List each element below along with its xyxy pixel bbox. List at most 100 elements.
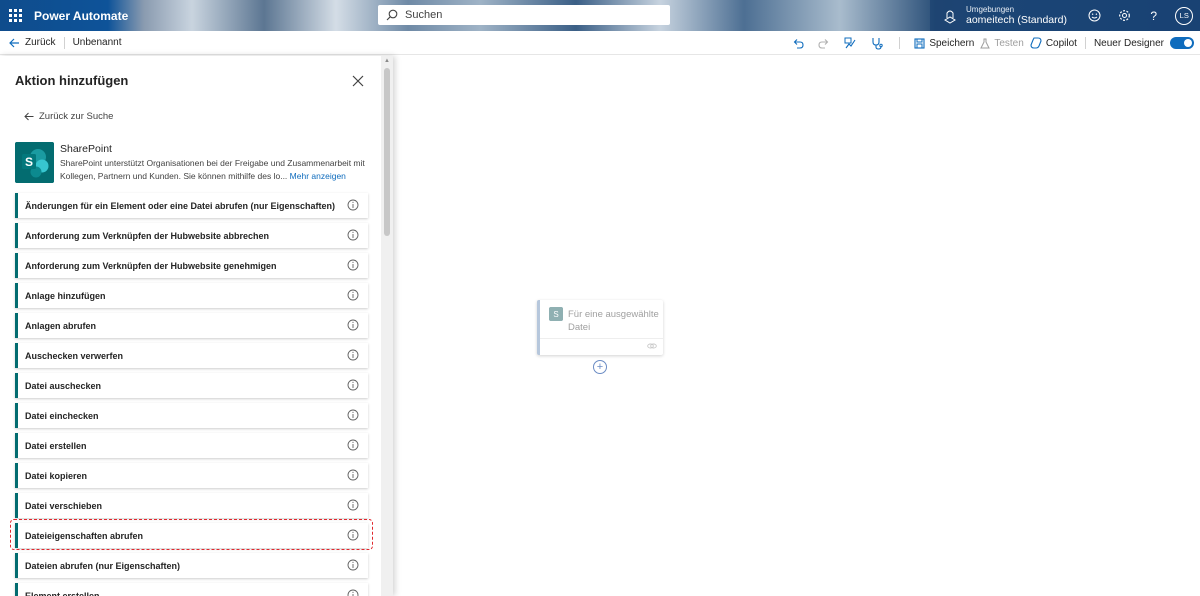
svg-text:S: S xyxy=(553,310,558,319)
search-input[interactable] xyxy=(405,9,655,21)
help-button[interactable]: ? xyxy=(1146,8,1162,24)
info-icon[interactable] xyxy=(347,259,359,271)
info-icon[interactable] xyxy=(347,349,359,361)
info-icon[interactable] xyxy=(347,469,359,481)
search-box[interactable] xyxy=(378,5,670,25)
connector-name: SharePoint xyxy=(60,143,112,155)
action-item[interactable]: Datei kopieren xyxy=(15,463,368,488)
top-actions: ? LS xyxy=(1080,0,1200,31)
divider xyxy=(899,37,901,49)
action-item[interactable]: Datei verschieben xyxy=(15,493,368,518)
save-icon xyxy=(914,37,925,49)
avatar[interactable]: LS xyxy=(1175,6,1194,25)
info-icon[interactable] xyxy=(347,409,359,421)
info-icon[interactable] xyxy=(347,289,359,301)
action-label: Anlagen abrufen xyxy=(25,320,97,331)
divider xyxy=(63,36,65,49)
info-icon[interactable] xyxy=(347,589,359,596)
info-icon[interactable] xyxy=(347,199,359,211)
action-item[interactable]: Datei einchecken xyxy=(15,403,368,428)
close-icon[interactable] xyxy=(351,74,365,88)
action-item[interactable]: Datei auschecken xyxy=(15,373,368,398)
action-label: Datei erstellen xyxy=(25,440,87,451)
link-icon xyxy=(647,343,657,349)
sharepoint-icon: S xyxy=(549,307,563,321)
info-icon[interactable] xyxy=(347,319,359,331)
info-icon[interactable] xyxy=(347,439,359,451)
scroll-up-icon[interactable]: ▲ xyxy=(384,58,390,64)
action-label: Anforderung zum Verknüpfen der Hubwebsit… xyxy=(25,230,270,241)
settings-button[interactable] xyxy=(1116,8,1132,24)
back-to-search-label: Zurück zur Suche xyxy=(39,111,114,122)
app-launcher-button[interactable] xyxy=(0,0,31,31)
save-button[interactable]: Speichern xyxy=(914,38,974,49)
panel-scrollbar[interactable]: ▲ xyxy=(381,56,393,596)
svg-text:S: S xyxy=(25,155,33,169)
info-icon[interactable] xyxy=(347,559,359,571)
action-label: Element erstellen xyxy=(25,590,100,596)
test-button[interactable]: Testen xyxy=(980,37,1024,49)
feedback-button[interactable] xyxy=(1087,8,1103,24)
smiley-icon xyxy=(1088,9,1101,22)
copilot-button[interactable]: Copilot xyxy=(1030,37,1077,49)
back-to-search-link[interactable]: Zurück zur Suche xyxy=(24,111,113,122)
environment-label: Umgebungen xyxy=(966,4,1015,14)
divider xyxy=(540,338,663,339)
action-item[interactable]: Anforderung zum Verknüpfen der Hubwebsit… xyxy=(15,223,368,248)
connector-header: S SharePoint SharePoint unterstützt Orga… xyxy=(15,142,370,184)
environment-picker[interactable]: Umgebungen aomeitech (Standard) xyxy=(930,0,1080,31)
waffle-icon xyxy=(9,9,22,22)
action-label: Anforderung zum Verknüpfen der Hubwebsit… xyxy=(25,260,277,271)
command-actions: Speichern Testen Copilot Neuer Designer xyxy=(787,31,1200,55)
highlight-box xyxy=(10,519,373,550)
stethoscope-icon xyxy=(872,37,883,50)
environment-value: aomeitech (Standard) xyxy=(966,14,1067,27)
divider xyxy=(1084,37,1086,49)
checker-icon xyxy=(844,37,856,48)
action-item[interactable]: Dateien abrufen (nur Eigenschaften) xyxy=(15,553,368,578)
new-designer-label: Neuer Designer xyxy=(1093,37,1164,49)
arrow-left-icon xyxy=(24,112,34,121)
action-label: Anlage hinzufügen xyxy=(25,290,106,301)
app-title[interactable]: Power Automate xyxy=(34,9,374,23)
action-label: Datei auschecken xyxy=(25,380,102,391)
action-label: Datei einchecken xyxy=(25,410,99,421)
info-icon[interactable] xyxy=(347,499,359,511)
scroll-thumb[interactable] xyxy=(384,68,390,236)
action-item[interactable]: Anlagen abrufen xyxy=(15,313,368,338)
arrow-left-icon xyxy=(9,38,19,47)
add-action-panel: Aktion hinzufügen Zurück zur Suche S Sha… xyxy=(0,56,393,596)
action-item[interactable]: Element erstellen xyxy=(15,583,368,596)
test-label: Testen xyxy=(994,37,1024,49)
redo-icon xyxy=(818,38,829,49)
action-label: Dateien abrufen (nur Eigenschaften) xyxy=(25,560,181,571)
gear-icon xyxy=(1118,10,1130,21)
new-designer-toggle[interactable] xyxy=(1170,37,1194,49)
copilot-label: Copilot xyxy=(1045,37,1077,49)
action-label: Datei verschieben xyxy=(25,500,103,511)
trigger-label: Für eine ausgewählte Datei xyxy=(568,309,659,333)
undo-icon xyxy=(794,38,804,49)
info-icon[interactable] xyxy=(347,379,359,391)
redo-button[interactable] xyxy=(813,31,835,55)
save-label: Speichern xyxy=(929,37,975,49)
action-item[interactable]: Anforderung zum Verknüpfen der Hubwebsit… xyxy=(15,253,368,278)
action-item[interactable]: Datei erstellen xyxy=(15,433,368,458)
health-button[interactable] xyxy=(865,31,887,55)
environment-icon xyxy=(944,10,956,24)
action-item[interactable]: Auschecken verwerfen xyxy=(15,343,368,368)
flow-checker-button[interactable] xyxy=(839,31,861,55)
show-more-link[interactable]: Mehr anzeigen xyxy=(290,171,346,181)
action-item[interactable]: Anlage hinzufügen xyxy=(15,283,368,308)
flask-icon xyxy=(980,38,991,48)
undo-button[interactable] xyxy=(787,31,809,55)
back-label: Zurück xyxy=(25,37,56,48)
trigger-card[interactable]: S Für eine ausgewählte Datei xyxy=(537,300,663,355)
flow-name[interactable]: Unbenannt xyxy=(73,37,122,48)
action-item[interactable]: Änderungen für ein Element oder eine Dat… xyxy=(15,193,368,218)
info-icon[interactable] xyxy=(347,229,359,241)
back-button[interactable]: Zurück xyxy=(9,37,56,48)
sharepoint-logo-icon: S xyxy=(15,142,54,183)
action-label: Änderungen für ein Element oder eine Dat… xyxy=(25,200,336,211)
add-step-button[interactable]: + xyxy=(593,360,607,374)
